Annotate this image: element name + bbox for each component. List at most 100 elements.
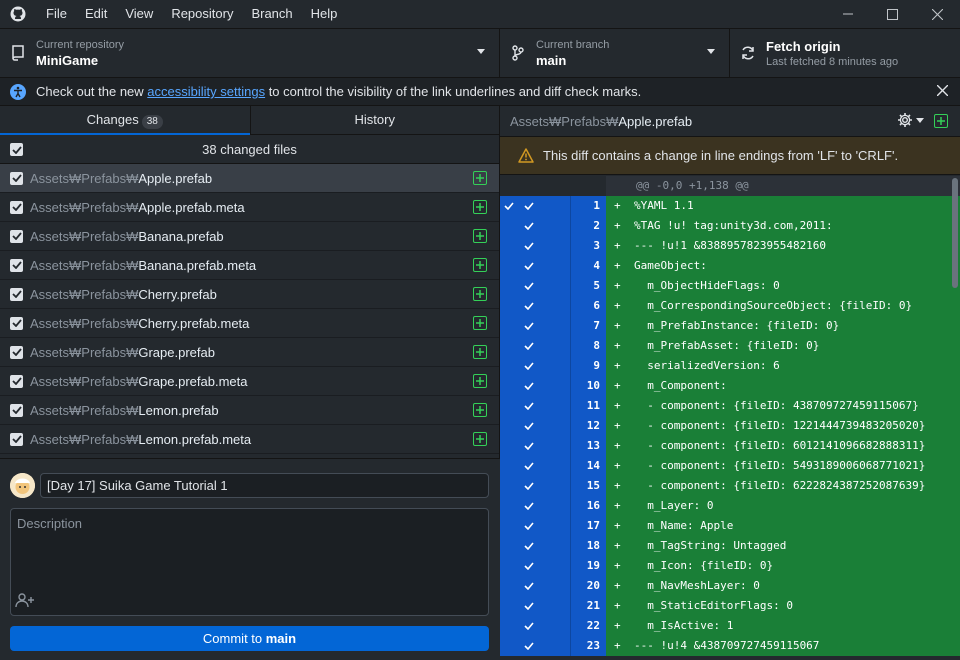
line-selection-gutter[interactable]	[500, 256, 570, 276]
diff-line[interactable]: 3 + --- !u!1 &8388957823955482160	[500, 236, 960, 256]
line-selection-gutter[interactable]	[500, 376, 570, 396]
diff-line[interactable]: 21 + m_StaticEditorFlags: 0	[500, 596, 960, 616]
diff-line[interactable]: 22 + m_IsActive: 1	[500, 616, 960, 636]
diff-line[interactable]: 9 + serializedVersion: 6	[500, 356, 960, 376]
diff-line[interactable]: 4 + GameObject:	[500, 256, 960, 276]
line-selection-gutter[interactable]	[500, 636, 570, 656]
file-checkbox[interactable]	[10, 200, 23, 214]
diff-line[interactable]: 17 + m_Name: Apple	[500, 516, 960, 536]
diff-scrollbar[interactable]	[952, 178, 958, 288]
diff-line[interactable]: 5 + m_ObjectHideFlags: 0	[500, 276, 960, 296]
file-checkbox[interactable]	[10, 171, 23, 185]
line-selection-gutter[interactable]	[500, 356, 570, 376]
file-row[interactable]: Assets₩Prefabs₩Grape.prefab.meta	[0, 367, 499, 396]
file-row[interactable]: Assets₩Prefabs₩Cherry.prefab.meta	[0, 309, 499, 338]
accessibility-settings-link[interactable]: accessibility settings	[147, 84, 265, 99]
file-row[interactable]: Assets₩Prefabs₩Grape.prefab	[0, 338, 499, 367]
line-selection-gutter[interactable]	[500, 416, 570, 436]
banner-text-after: to control the visibility of the link un…	[265, 84, 642, 99]
diff-line[interactable]: 11 + - component: {fileID: 43870972745911…	[500, 396, 960, 416]
menu-item-file[interactable]: File	[36, 0, 76, 28]
line-selection-gutter[interactable]	[500, 436, 570, 456]
diff-line[interactable]: 23 + --- !u!4 &438709727459115067	[500, 636, 960, 656]
file-row[interactable]: Assets₩Prefabs₩Cherry.prefab	[0, 280, 499, 309]
dismiss-banner-button[interactable]	[936, 84, 949, 99]
commit-button[interactable]: Commit to main	[10, 626, 489, 651]
file-checkbox[interactable]	[10, 345, 23, 359]
file-dir: Assets₩Prefabs₩	[30, 431, 139, 447]
line-selection-gutter[interactable]	[500, 596, 570, 616]
line-selection-gutter[interactable]	[500, 616, 570, 636]
line-selection-gutter[interactable]	[500, 576, 570, 596]
diff-line[interactable]: 2 + %TAG !u! tag:unity3d.com,2011:	[500, 216, 960, 236]
diff-line[interactable]: 14 + - component: {fileID: 54931890060687…	[500, 456, 960, 476]
menu-item-repository[interactable]: Repository	[162, 0, 242, 28]
file-row[interactable]: Assets₩Prefabs₩Apple.prefab	[0, 164, 499, 193]
menu-item-view[interactable]: View	[116, 0, 162, 28]
add-coauthor-icon[interactable]	[15, 592, 35, 611]
line-selection-gutter[interactable]	[500, 216, 570, 236]
line-selection-gutter[interactable]	[500, 516, 570, 536]
fetch-origin-button[interactable]: Fetch origin Last fetched 8 minutes ago	[730, 29, 960, 77]
line-selection-gutter[interactable]	[500, 396, 570, 416]
line-code: + m_IsActive: 1	[606, 616, 960, 636]
line-selection-gutter[interactable]	[500, 496, 570, 516]
line-code: + - component: {fileID: 1221444739483205…	[606, 416, 960, 436]
line-selection-gutter[interactable]	[500, 276, 570, 296]
check-icon	[524, 462, 534, 470]
diff-line[interactable]: 7 + m_PrefabInstance: {fileID: 0}	[500, 316, 960, 336]
check-icon	[11, 435, 22, 443]
file-checkbox[interactable]	[10, 229, 23, 243]
file-checkbox[interactable]	[10, 316, 23, 330]
file-checkbox[interactable]	[10, 403, 23, 417]
line-selection-gutter[interactable]	[500, 556, 570, 576]
diff-line[interactable]: 19 + m_Icon: {fileID: 0}	[500, 556, 960, 576]
line-selection-gutter[interactable]	[500, 476, 570, 496]
diff-line[interactable]: 1 + %YAML 1.1	[500, 196, 960, 216]
menu-item-branch[interactable]: Branch	[242, 0, 301, 28]
tab-changes[interactable]: Changes 38	[0, 106, 250, 135]
menu-item-help[interactable]: Help	[302, 0, 347, 28]
commit-summary-input[interactable]: [Day 17] Suika Game Tutorial 1	[40, 473, 489, 498]
file-checkbox[interactable]	[10, 432, 23, 446]
check-icon	[524, 202, 534, 210]
file-row[interactable]: Assets₩Prefabs₩Banana.prefab.meta	[0, 251, 499, 280]
menu-item-edit[interactable]: Edit	[76, 0, 116, 28]
diff-line[interactable]: 13 + - component: {fileID: 60121410966828…	[500, 436, 960, 456]
line-selection-gutter[interactable]	[500, 456, 570, 476]
line-selection-gutter[interactable]	[500, 296, 570, 316]
line-selection-gutter[interactable]	[500, 236, 570, 256]
diff-line[interactable]: 16 + m_Layer: 0	[500, 496, 960, 516]
current-repository-button[interactable]: Current repository MiniGame	[0, 29, 500, 77]
current-repository-label: Current repository	[36, 38, 125, 51]
line-selection-gutter[interactable]	[500, 536, 570, 556]
file-checkbox[interactable]	[10, 258, 23, 272]
line-number: 7	[570, 316, 606, 336]
file-checkbox[interactable]	[10, 287, 23, 301]
line-selection-gutter[interactable]	[500, 336, 570, 356]
file-checkbox[interactable]	[10, 374, 23, 388]
diff-line[interactable]: 15 + - component: {fileID: 62228243872520…	[500, 476, 960, 496]
minimize-icon	[842, 13, 853, 15]
minimize-button[interactable]	[825, 0, 870, 28]
line-selection-gutter[interactable]	[500, 316, 570, 336]
close-window-button[interactable]	[915, 0, 960, 28]
tab-history[interactable]: History	[249, 106, 500, 134]
diff-line[interactable]: 8 + m_PrefabAsset: {fileID: 0}	[500, 336, 960, 356]
file-row[interactable]: Assets₩Prefabs₩Lemon.prefab.meta	[0, 425, 499, 454]
diff-line[interactable]: 18 + m_TagString: Untagged	[500, 536, 960, 556]
diff-line[interactable]: 12 + - component: {fileID: 12214447394832…	[500, 416, 960, 436]
diff-line[interactable]: 20 + m_NavMeshLayer: 0	[500, 576, 960, 596]
file-row[interactable]: Assets₩Prefabs₩Apple.prefab.meta	[0, 193, 499, 222]
file-row[interactable]: Assets₩Prefabs₩Banana.prefab	[0, 222, 499, 251]
current-branch-button[interactable]: Current branch main	[500, 29, 730, 77]
check-icon	[524, 522, 534, 530]
diff-line[interactable]: 10 + m_Component:	[500, 376, 960, 396]
select-all-checkbox[interactable]	[10, 143, 23, 156]
diff-line[interactable]: 6 + m_CorrespondingSourceObject: {fileID:…	[500, 296, 960, 316]
diff-settings-button[interactable]	[897, 112, 924, 128]
commit-description-input[interactable]: Description	[10, 508, 489, 616]
file-row[interactable]: Assets₩Prefabs₩Lemon.prefab	[0, 396, 499, 425]
line-selection-gutter[interactable]	[500, 196, 570, 216]
maximize-button[interactable]	[870, 0, 915, 28]
